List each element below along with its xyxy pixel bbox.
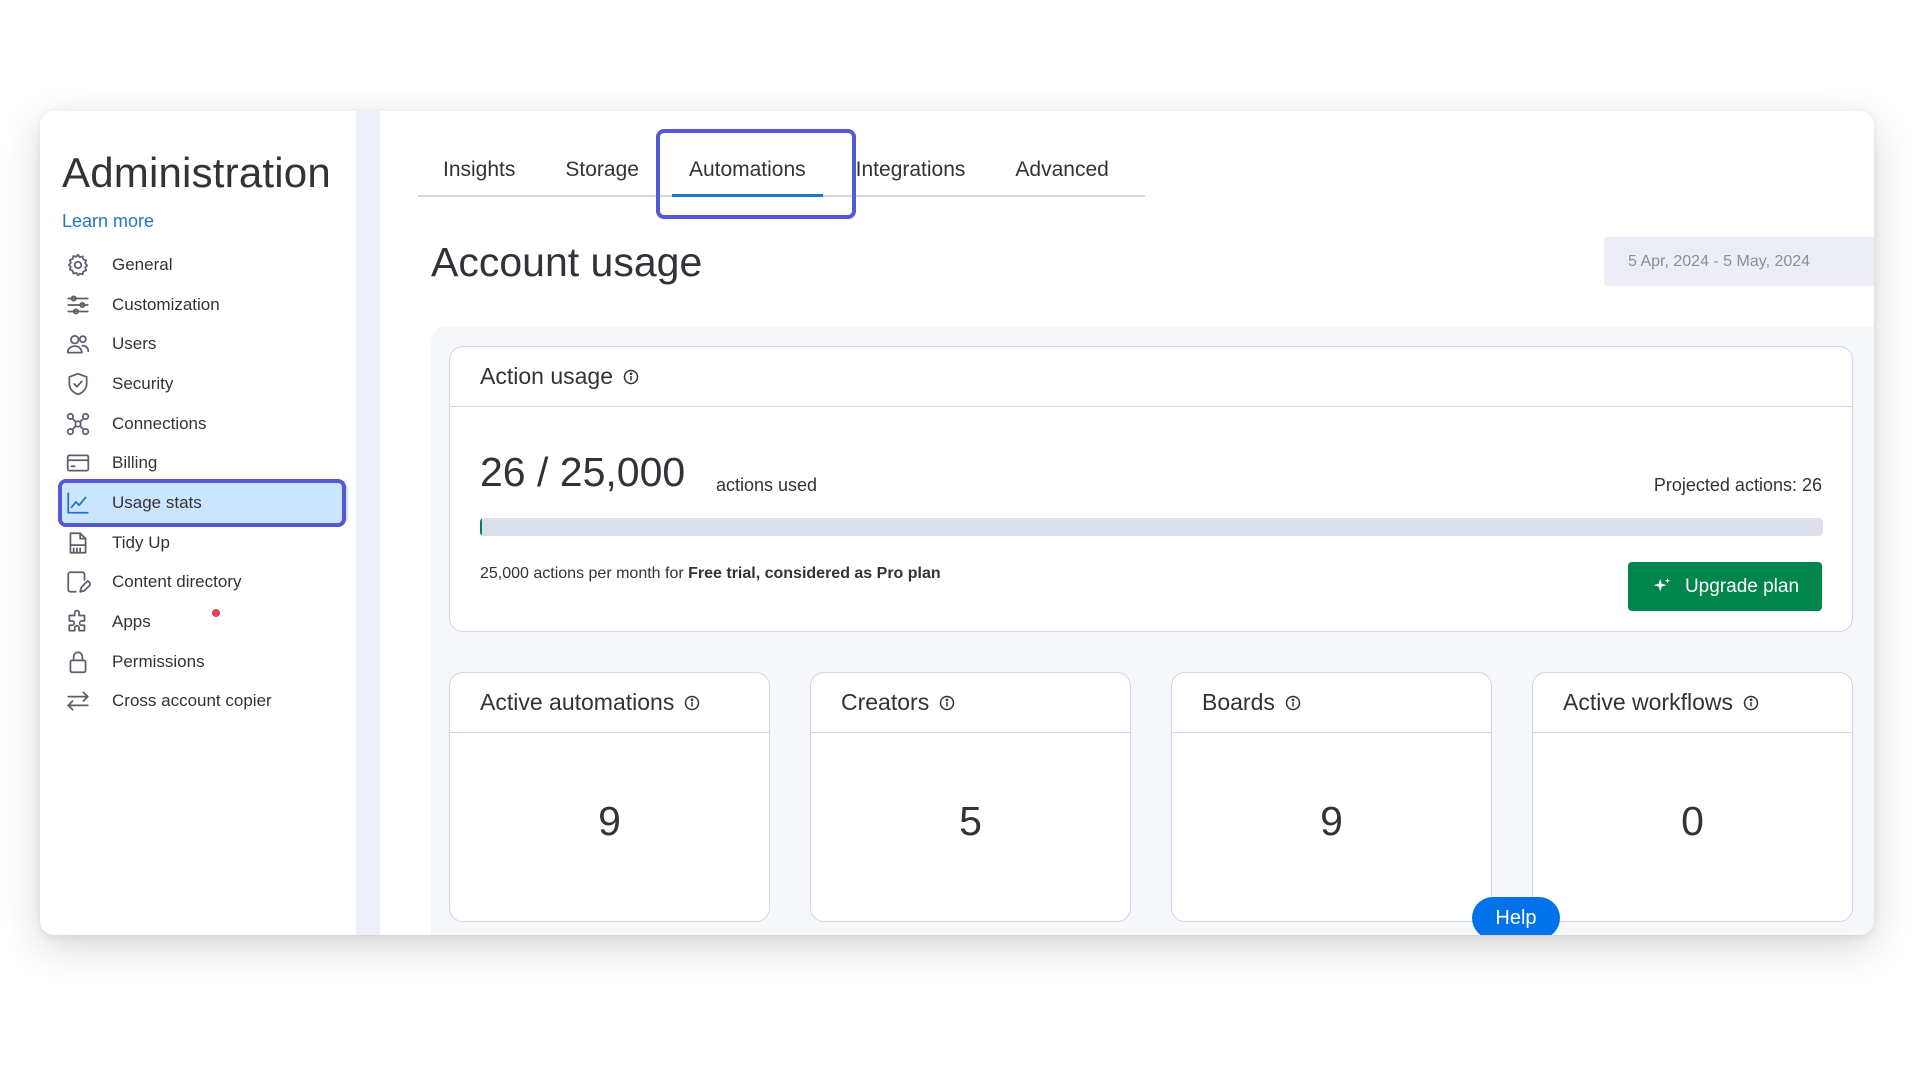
sidebar-item-label: Customization xyxy=(112,294,220,314)
edit-document-icon xyxy=(64,568,92,596)
stat-value: 5 xyxy=(959,798,982,844)
info-icon[interactable] xyxy=(939,695,955,711)
sidebar-item-tidy-up[interactable]: Tidy Up xyxy=(62,523,348,563)
stat-value: 0 xyxy=(1681,798,1704,844)
sidebar-item-content-directory[interactable]: Content directory xyxy=(62,563,348,603)
action-usage-header: Action usage xyxy=(450,347,1852,407)
puzzle-icon xyxy=(64,608,92,636)
sidebar-item-label: Users xyxy=(112,334,157,354)
action-usage-card: Action usage 26 / 25,000 actions used Pr… xyxy=(449,346,1853,632)
sidebar-nav: General Customization Users Security Con… xyxy=(58,245,348,722)
shield-icon xyxy=(64,370,92,398)
sidebar-item-label: Billing xyxy=(112,453,158,473)
tab-advanced[interactable]: Advanced xyxy=(990,155,1133,195)
upgrade-plan-label: Upgrade plan xyxy=(1684,575,1800,597)
chart-line-icon xyxy=(64,489,92,517)
info-icon[interactable] xyxy=(1285,695,1301,711)
actions-used-label: actions used xyxy=(716,475,818,495)
tab-integrations[interactable]: Integrations xyxy=(831,155,991,195)
sliders-icon xyxy=(64,291,92,319)
sidebar-item-billing[interactable]: Billing xyxy=(62,443,348,483)
info-icon[interactable] xyxy=(684,695,700,711)
info-icon[interactable] xyxy=(1743,695,1759,711)
sparkle-icon xyxy=(1651,576,1673,598)
sidebar-item-security[interactable]: Security xyxy=(62,364,348,404)
actions-used-count: 26 / 25,000 xyxy=(480,449,686,495)
main-content: Insights Storage Automations Integration… xyxy=(380,111,1874,935)
usage-stats-highlight-outline xyxy=(58,479,346,527)
plan-note: 25,000 actions per month for Free trial,… xyxy=(480,565,941,583)
sidebar-item-apps[interactable]: Apps xyxy=(62,602,348,642)
tab-storage[interactable]: Storage xyxy=(540,155,664,195)
plan-note-prefix: 25,000 actions per month for xyxy=(480,565,689,582)
plan-name: Free trial, considered as Pro plan xyxy=(688,565,941,582)
arrows-swap-icon xyxy=(64,687,92,715)
broom-icon xyxy=(64,529,92,557)
page-title: Account usage xyxy=(431,239,703,285)
stat-value: 9 xyxy=(598,798,621,844)
sidebar: Administration Learn more General Custom… xyxy=(40,111,356,935)
sidebar-item-connections[interactable]: Connections xyxy=(62,404,348,444)
stat-card-header: Boards xyxy=(1172,673,1491,733)
sidebar-item-label: Apps xyxy=(112,612,151,632)
action-usage-title: Action usage xyxy=(480,363,613,389)
tab-bar: Insights Storage Automations Integration… xyxy=(418,155,1145,197)
sidebar-item-permissions[interactable]: Permissions xyxy=(62,642,348,682)
gear-icon xyxy=(64,251,92,279)
sidebar-item-label: Connections xyxy=(112,413,207,433)
date-range-value: 5 Apr, 2024 - 5 May, 2024 xyxy=(1628,252,1811,270)
stat-card-active-automations: Active automations 9 xyxy=(449,672,770,922)
info-icon[interactable] xyxy=(623,369,639,385)
sidebar-item-users[interactable]: Users xyxy=(62,324,348,364)
sidebar-title: Administration xyxy=(62,149,331,196)
usage-progress-fill xyxy=(480,518,482,536)
users-icon xyxy=(64,330,92,358)
stat-card-header: Active automations xyxy=(450,673,769,733)
stat-card-title: Active automations xyxy=(480,689,675,715)
sidebar-item-label: Usage stats xyxy=(112,492,202,512)
help-button[interactable]: Help xyxy=(1472,897,1560,935)
stat-card-boards: Boards 9 xyxy=(1171,672,1492,922)
sidebar-item-label: Content directory xyxy=(112,572,242,592)
notification-dot xyxy=(212,609,220,618)
tab-insights[interactable]: Insights xyxy=(418,155,540,195)
stat-card-title: Boards xyxy=(1202,689,1275,715)
stat-card-creators: Creators 5 xyxy=(810,672,1131,922)
stat-card-active-workflows: Active workflows 0 xyxy=(1532,672,1853,922)
stat-card-title: Active workflows xyxy=(1563,689,1733,715)
connections-icon xyxy=(64,410,92,438)
sidebar-item-label: Tidy Up xyxy=(112,532,170,552)
stat-card-title: Creators xyxy=(841,689,930,715)
date-range-picker[interactable]: 5 Apr, 2024 - 5 May, 2024 xyxy=(1604,237,1874,286)
upgrade-plan-button[interactable]: Upgrade plan xyxy=(1628,562,1822,611)
projected-actions: Projected actions: 26 xyxy=(1653,475,1822,495)
usage-progress-bar xyxy=(480,518,1823,536)
stat-card-header: Active workflows xyxy=(1533,673,1852,733)
credit-card-icon xyxy=(64,449,92,477)
sidebar-divider xyxy=(356,111,380,935)
sidebar-item-usage-stats[interactable]: Usage stats xyxy=(58,479,348,527)
lock-icon xyxy=(64,648,92,676)
learn-more-link[interactable]: Learn more xyxy=(62,211,154,232)
tab-automations[interactable]: Automations xyxy=(664,155,831,197)
usage-panel: Action usage 26 / 25,000 actions used Pr… xyxy=(431,326,1874,935)
admin-window: Administration Learn more General Custom… xyxy=(40,111,1874,935)
stat-card-header: Creators xyxy=(811,673,1130,733)
sidebar-item-label: General xyxy=(112,254,173,274)
sidebar-item-label: Permissions xyxy=(112,651,205,671)
sidebar-item-cross-account-copier[interactable]: Cross account copier xyxy=(62,682,348,722)
sidebar-item-label: Cross account copier xyxy=(112,691,272,711)
sidebar-item-general[interactable]: General xyxy=(62,245,348,285)
stat-value: 9 xyxy=(1320,798,1343,844)
sidebar-item-customization[interactable]: Customization xyxy=(62,285,348,325)
sidebar-item-label: Security xyxy=(112,373,174,393)
